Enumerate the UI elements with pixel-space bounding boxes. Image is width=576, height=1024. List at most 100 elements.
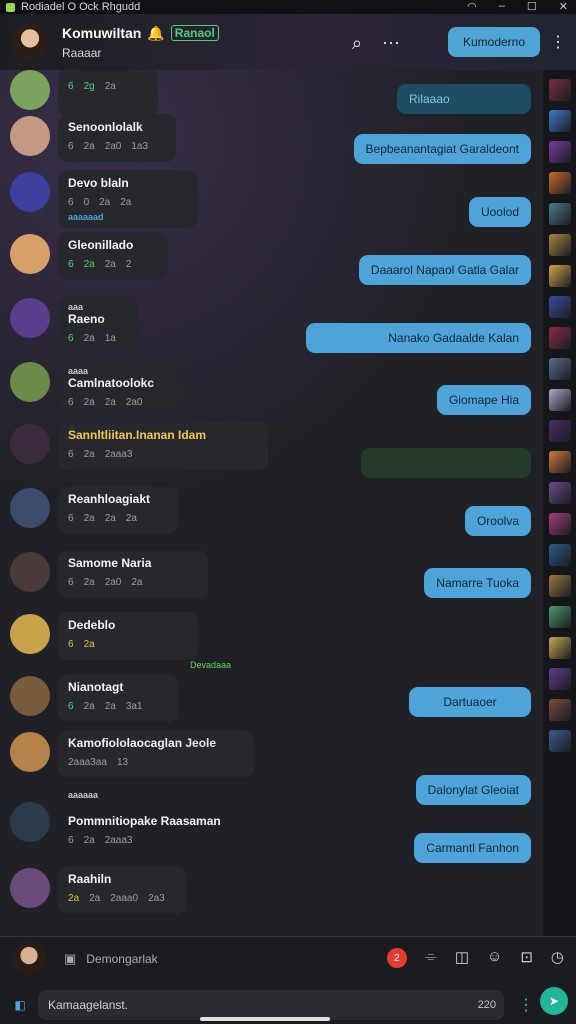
avatar[interactable]: [10, 732, 50, 772]
list-item[interactable]: Sannltliitan.Inanan Idam 6 2a 2aaa3: [10, 422, 268, 470]
sidebar-thumbnail[interactable]: [548, 451, 571, 473]
list-item[interactable]: Dedeblo 6 2a: [10, 612, 198, 660]
outgoing-message[interactable]: Giomape Hia: [436, 385, 531, 415]
more-dots-icon[interactable]: ⋯: [382, 33, 400, 54]
list-item[interactable]: Kamofiololaocaglan Jeole 2aaa3aa 13: [10, 730, 254, 778]
close-button[interactable]: ✕: [559, 0, 568, 13]
sidebar-thumbnail[interactable]: [548, 513, 571, 535]
avatar[interactable]: [10, 868, 50, 908]
search-icon[interactable]: ⌕: [352, 33, 362, 54]
avatar[interactable]: [10, 676, 50, 716]
list-item[interactable]: aaaa Camlnatoolokc 6 2a 2a 2a0: [10, 360, 183, 414]
message-label: aaa: [68, 302, 84, 312]
list-item[interactable]: Nianotagt 6 2a 2a 3a1: [10, 674, 178, 722]
meta-value: 2a: [89, 893, 101, 904]
sender-name: Camlnatoolokc: [68, 376, 155, 390]
media-sidebar: [543, 70, 576, 936]
avatar[interactable]: [10, 362, 50, 402]
clock-icon[interactable]: ◷: [551, 948, 564, 968]
sidebar-thumbnail[interactable]: [548, 141, 571, 163]
sidebar-thumbnail[interactable]: [548, 389, 571, 411]
avatar[interactable]: [10, 298, 50, 338]
sidebar-thumbnail[interactable]: [548, 668, 571, 690]
outgoing-message[interactable]: Daaarol Napaol Gatla Galar: [358, 255, 531, 285]
sidebar-thumbnail[interactable]: [548, 203, 571, 225]
meta-value: 2: [125, 259, 132, 270]
meta-value: 2a0: [104, 141, 122, 152]
gif-icon[interactable]: ⊡: [520, 948, 533, 968]
avatar[interactable]: [10, 614, 50, 654]
avatar[interactable]: [10, 172, 50, 212]
list-item[interactable]: Samome Naria 6 2a 2a0 2a: [10, 550, 208, 598]
outgoing-message[interactable]: Dalonylat Gleoiat: [415, 775, 531, 805]
list-item[interactable]: Devo blaln 6 0 2a 2a aaaaaad: [10, 170, 198, 228]
outgoing-message[interactable]: Uoolod: [468, 197, 531, 227]
message-input[interactable]: Kamaagelanst. 220: [38, 990, 504, 1020]
sidebar-thumbnail[interactable]: [548, 172, 571, 194]
sidebar-thumbnail[interactable]: [548, 730, 571, 752]
sidebar-thumbnail[interactable]: [548, 420, 571, 442]
header-action-button[interactable]: Kumoderno: [448, 27, 540, 57]
avatar[interactable]: [10, 802, 50, 842]
vertical-more-icon[interactable]: ⋮: [550, 32, 566, 52]
list-item[interactable]: aaaaaa Pommnitiopake Raasaman 6 2a 2aaa3: [10, 784, 248, 852]
sender-name: Kamofiololaocaglan: [68, 736, 183, 750]
sender-name: Samome Naria: [68, 556, 152, 570]
outgoing-message[interactable]: Nanako Gadaalde Kalan: [306, 323, 531, 353]
list-item[interactable]: Senoonlolalk 6 2a 2a0 1a3: [10, 114, 176, 162]
composer-avatar[interactable]: [12, 942, 46, 976]
send-button[interactable]: ➤: [540, 987, 568, 1015]
sidebar-thumbnail[interactable]: [548, 234, 571, 256]
sidebar-thumbnail[interactable]: [548, 637, 571, 659]
avatar[interactable]: [10, 70, 50, 110]
outgoing-message[interactable]: Namarre Tuoka: [424, 568, 531, 598]
notification-badge[interactable]: 2: [386, 948, 407, 968]
message-square-icon[interactable]: ▣: [64, 951, 76, 967]
avatar[interactable]: [10, 234, 50, 274]
sender-name: Dedeblo: [68, 618, 116, 632]
outgoing-message[interactable]: Oroolva: [464, 506, 531, 536]
meta-value: 2a: [104, 513, 116, 524]
list-item[interactable]: Reanhloagiakt 6 2a 2a 2a: [10, 486, 178, 534]
avatar[interactable]: [10, 552, 50, 592]
outgoing-message[interactable]: Bepbeanantagiat Garaldeont: [353, 134, 531, 164]
sidebar-thumbnail[interactable]: [548, 699, 571, 721]
message-list: 6 2g 2a Senoonlolalk 6 2a 2a0 1a3 Devo blaln …: [0, 70, 543, 936]
meta-value: 2a: [83, 577, 95, 588]
header-name[interactable]: Komuwiltan: [62, 25, 141, 41]
sidebar-thumbnail[interactable]: [548, 575, 571, 597]
sidebar-thumbnail[interactable]: [548, 327, 571, 349]
sidebar-thumbnail[interactable]: [548, 110, 571, 132]
sidebar-thumbnail[interactable]: [548, 358, 571, 380]
sidebar-thumbnail[interactable]: [548, 265, 571, 287]
camera-icon[interactable]: ◧: [10, 995, 30, 1015]
outgoing-message[interactable]: Dartuaoer: [409, 687, 531, 717]
emoji-icon[interactable]: ☺: [487, 948, 502, 968]
attach-icon[interactable]: ⌯: [425, 948, 437, 968]
outgoing-message[interactable]: Carmantl Fanhon: [414, 833, 531, 863]
header-avatar[interactable]: [12, 24, 48, 60]
meta-value: 2a: [83, 701, 95, 712]
mic-icon[interactable]: ⋮: [518, 995, 534, 1015]
outgoing-message[interactable]: [361, 448, 531, 478]
sidebar-thumbnail[interactable]: [548, 544, 571, 566]
avatar[interactable]: [10, 488, 50, 528]
list-item[interactable]: aaa Raeno 6 2a 1a: [10, 296, 138, 350]
meta-value: 6: [68, 449, 74, 460]
sticker-icon[interactable]: ◫: [455, 948, 469, 968]
meta-value: 6: [68, 701, 74, 712]
outgoing-message[interactable]: Rilaaao: [397, 84, 531, 114]
minimize-button[interactable]: –: [499, 0, 505, 13]
list-item[interactable]: Raahiln 2a 2a 2aaa0 2a3: [10, 866, 186, 914]
maximize-button[interactable]: ☐: [527, 0, 537, 13]
crown-icon: 🔔: [147, 24, 165, 41]
sidebar-thumbnail[interactable]: [548, 296, 571, 318]
meta-value: 2a0: [104, 577, 122, 588]
list-item[interactable]: Gleonillado 6 2a 2a 2: [10, 232, 168, 280]
avatar[interactable]: [10, 116, 50, 156]
sidebar-thumbnail[interactable]: [548, 606, 571, 628]
sidebar-thumbnail[interactable]: [548, 482, 571, 504]
list-item[interactable]: 6 2g 2a: [10, 70, 158, 116]
avatar[interactable]: [10, 424, 50, 464]
sidebar-thumbnail[interactable]: [548, 79, 571, 101]
